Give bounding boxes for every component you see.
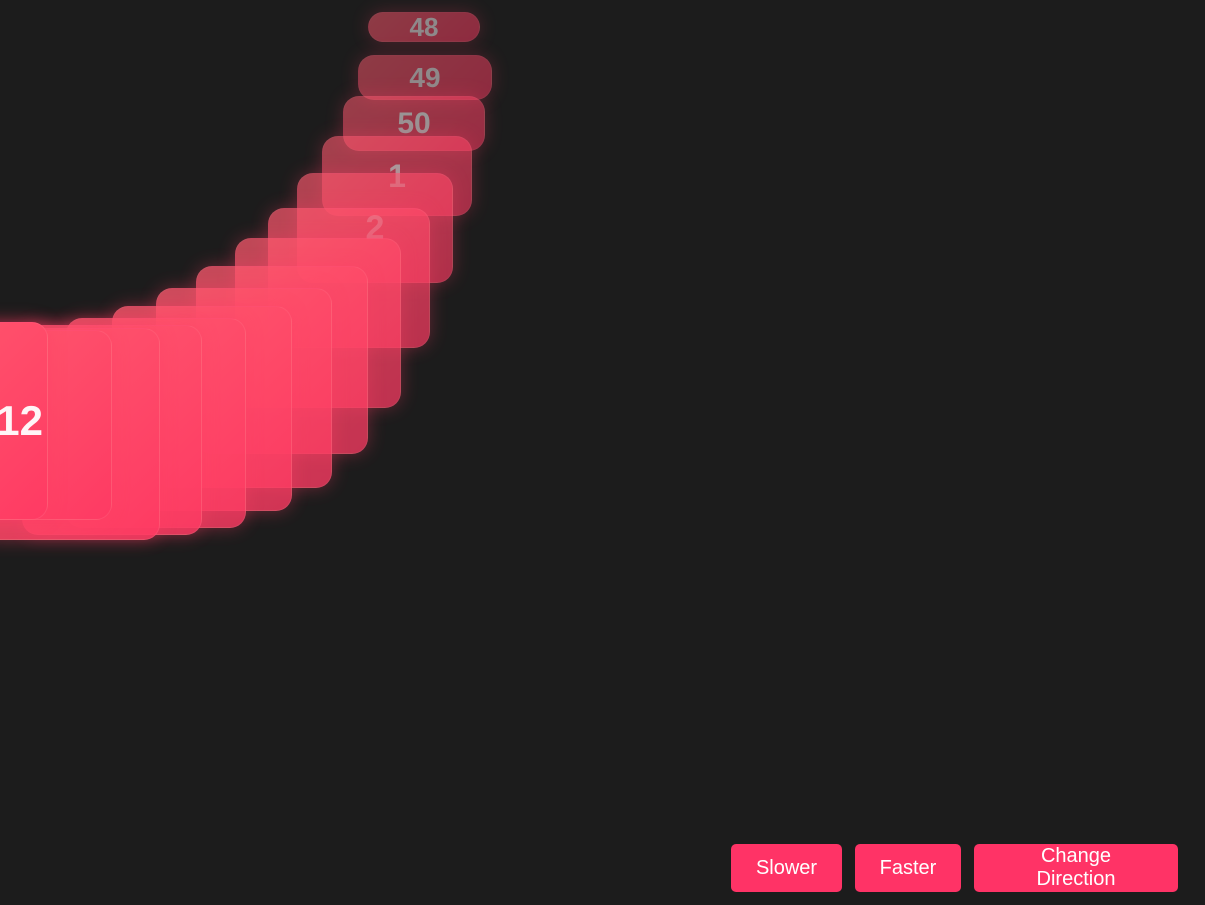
controls-bar: Slower Faster Change Direction [731,844,1178,892]
faster-button[interactable]: Faster [855,844,961,892]
carousel-card: 48 [368,12,480,42]
carousel-card: 12 [0,322,48,520]
slower-button[interactable]: Slower [731,844,842,892]
carousel-card: 49 [358,55,492,100]
carousel-stage: 4849501212 Slower Faster Change Directio… [0,0,1205,905]
change-direction-button[interactable]: Change Direction [974,844,1178,892]
